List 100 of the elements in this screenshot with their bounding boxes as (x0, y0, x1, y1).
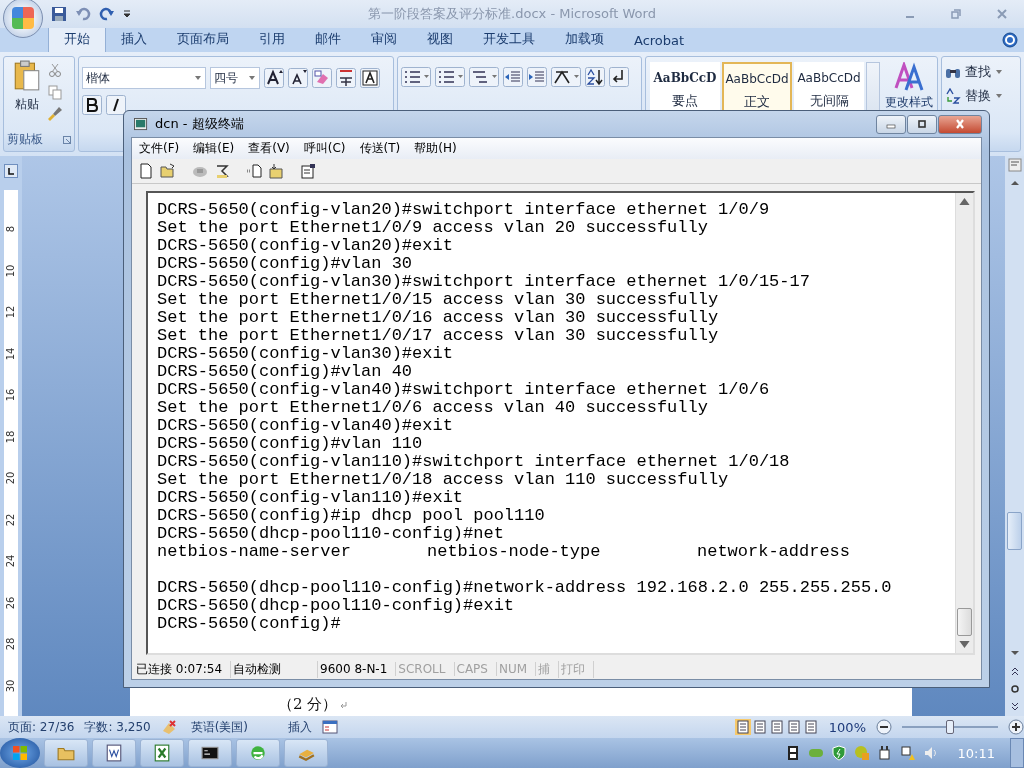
close-icon (954, 119, 966, 129)
text-direction-icon[interactable] (551, 67, 581, 87)
dialog-launcher-icon[interactable] (63, 135, 71, 144)
save-icon[interactable] (51, 6, 67, 22)
terminal-line: Set the port Ethernet1/0/17 access vlan 30 successfully (157, 327, 720, 345)
terminal-line: DCRS-5650(config)#ip dhcp pool pool110 (157, 507, 546, 525)
ribbon-tab[interactable]: 引用 (244, 26, 300, 52)
increase-indent-icon[interactable] (527, 67, 547, 87)
menu-item[interactable]: 传送(T) (359, 140, 401, 157)
terminal-line: DCRS-5650(config-vlan40)#exit (157, 417, 454, 435)
properties-icon[interactable] (300, 163, 316, 179)
maximize-button[interactable] (907, 114, 937, 134)
redo-icon[interactable] (99, 6, 115, 22)
view-button[interactable] (734, 719, 751, 735)
grow-font-icon[interactable] (264, 68, 284, 88)
bullet-list-icon[interactable] (401, 67, 431, 87)
terminal-line: DCRS-5650(config)#vlan 110 (157, 435, 424, 453)
font-size-field[interactable]: 四号 (210, 67, 260, 89)
view-button[interactable] (785, 719, 802, 735)
terminal-line: Set the port Ethernet1/0/18 access vlan 110 successfully (157, 471, 730, 489)
document-text: （2 分） (278, 695, 338, 714)
phonetic-guide-icon[interactable] (336, 68, 356, 88)
paste-button[interactable]: 粘贴 (7, 60, 47, 131)
numbered-list-icon[interactable] (435, 67, 465, 87)
ribbon-tab[interactable]: 插入 (106, 26, 162, 52)
ribbon-tab[interactable]: 审阅 (356, 26, 412, 52)
send-file-icon[interactable] (246, 163, 262, 179)
menu-item[interactable]: 呼叫(C) (303, 140, 346, 157)
scroll-thumb[interactable] (1007, 512, 1022, 550)
terminal-line: DCRS-5650(config)#vlan 40 (157, 363, 414, 381)
editing-button[interactable]: 查找 (945, 63, 1017, 81)
terminal-scrollbar[interactable] (955, 193, 973, 653)
ruler-number: 16 (4, 388, 17, 402)
sort-icon[interactable] (585, 67, 605, 87)
multilevel-list-icon[interactable] (469, 67, 499, 87)
power-plug-icon[interactable] (876, 745, 893, 761)
status-segment: 捕 (536, 660, 560, 678)
ribbon-tab[interactable]: 邮件 (300, 26, 356, 52)
shrink-font-icon[interactable] (288, 68, 308, 88)
help-icon[interactable] (1002, 32, 1018, 48)
scroll-thumb[interactable] (957, 608, 972, 636)
proofing-icon[interactable] (160, 719, 177, 735)
dropdown-caret-icon (995, 92, 1003, 100)
taskbar-button[interactable] (188, 739, 232, 767)
customize-caret-icon[interactable] (123, 10, 131, 18)
scissors-icon[interactable] (47, 62, 63, 78)
view-button[interactable] (768, 719, 785, 735)
tab-selector-icon[interactable] (4, 164, 18, 178)
ribbon-tab[interactable]: Acrobat (619, 29, 700, 52)
bold-icon[interactable] (82, 95, 102, 115)
windows-logo-icon (12, 745, 28, 761)
style-name: 无间隔 (809, 92, 849, 110)
open-folder-icon[interactable] (160, 163, 176, 179)
zoom-out-icon[interactable] (876, 719, 892, 735)
editing-button[interactable]: 替换 (945, 87, 1017, 105)
ruler-number: 18 (4, 430, 17, 443)
brush-icon[interactable] (47, 106, 63, 122)
menu-item[interactable]: 查看(V) (248, 140, 290, 157)
zoom-slider-thumb[interactable] (946, 720, 954, 734)
word-count[interactable]: 字数: 3,250 (84, 718, 151, 736)
document-icon (105, 744, 123, 762)
terminal-line: DCRS-5650(config-vlan30)#switchport interface ethernet 1/0/15-17 (157, 273, 811, 291)
ruler-toggle-icon[interactable] (1007, 158, 1022, 172)
terminal-line: DCRS-5650(config-vlan40)#switchport interface ethernet 1/0/6 (157, 381, 771, 399)
zoom-level[interactable]: 100% (828, 719, 866, 735)
decrease-indent-icon[interactable] (503, 67, 523, 87)
office-button[interactable] (3, 0, 43, 38)
view-button[interactable] (751, 719, 768, 735)
close-button[interactable] (938, 114, 982, 134)
receive-file-icon[interactable] (268, 163, 284, 179)
undo-icon[interactable] (75, 6, 91, 22)
ribbon-tab[interactable]: 加载项 (550, 26, 619, 52)
menu-item[interactable]: 文件(F) (139, 140, 180, 157)
ribbon-tab[interactable]: 视图 (412, 26, 468, 52)
ruler-number: 24 (4, 554, 17, 568)
terminal-line: DCRS-5650(config)#vlan 30 (157, 255, 414, 273)
menu-item[interactable]: 编辑(E) (193, 140, 235, 157)
character-border-icon[interactable] (360, 68, 380, 88)
italic-icon[interactable] (106, 95, 126, 115)
change-styles-button[interactable]: 更改样式 (884, 62, 933, 146)
terminal-line: DCRS-5650(config-vlan30)#exit (157, 345, 454, 363)
ribbon-tab[interactable]: 开发工具 (468, 26, 550, 52)
document-scrollbar[interactable] (1005, 156, 1024, 716)
menu-item[interactable]: 帮助(H) (414, 140, 457, 157)
start-button[interactable] (0, 738, 40, 768)
language-status[interactable]: 英语(美国) (190, 718, 249, 736)
spreadsheet-icon (153, 744, 171, 762)
status-segment: 自动检测 (231, 660, 319, 678)
network-warning-icon[interactable] (899, 745, 916, 761)
zoom-in-icon[interactable] (1008, 719, 1024, 735)
ribbon-tab[interactable]: 页面布局 (162, 26, 244, 52)
minimize-button[interactable] (876, 114, 906, 134)
ruler-number: 10 (4, 264, 17, 277)
new-file-icon[interactable] (138, 163, 154, 179)
view-button[interactable] (802, 719, 819, 735)
page-count[interactable]: 页面: 27/36 (8, 718, 75, 736)
shield-icon[interactable] (830, 745, 847, 761)
paragraph-mark-icon[interactable] (609, 67, 629, 87)
insert-mode-status[interactable]: 插入 (288, 718, 313, 736)
font-name-field[interactable]: 楷体 (82, 67, 206, 89)
